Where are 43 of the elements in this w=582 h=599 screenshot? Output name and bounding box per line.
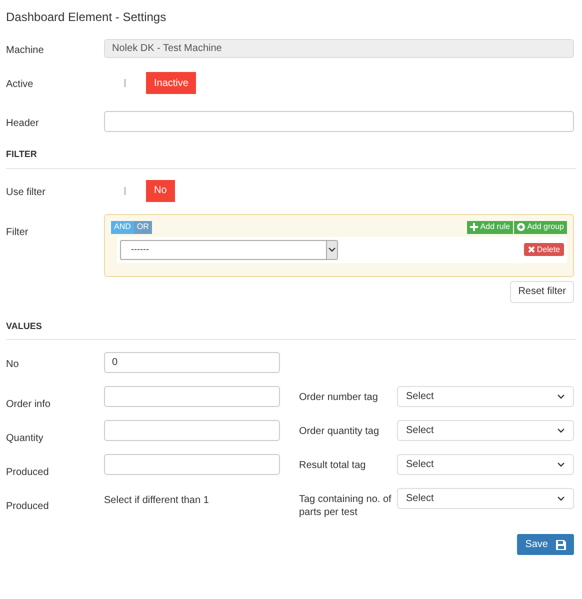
chevron-down-icon: [328, 247, 336, 252]
tag-select[interactable]: Select: [397, 420, 574, 441]
hint-text: Select if different than 1: [104, 494, 210, 508]
tag-select[interactable]: Select: [397, 488, 574, 509]
chevron-down-icon: [557, 462, 565, 467]
field-label: Filter: [6, 226, 28, 238]
field-label: Header: [6, 118, 39, 128]
field-label: Tag containing no. of parts per test: [299, 493, 392, 519]
field-label: Order number tag: [299, 391, 379, 404]
field-label: Produced: [6, 501, 49, 512]
chevron-down-icon: [557, 496, 565, 501]
field-label: Machine: [6, 44, 44, 56]
field-label: Produced: [6, 467, 49, 478]
field-label: Active: [6, 79, 34, 90]
section-heading: VALUES: [6, 320, 576, 340]
text-field[interactable]: [104, 386, 280, 407]
tag-select[interactable]: Select: [397, 454, 574, 475]
save-button[interactable]: Save: [517, 534, 574, 555]
rule-select[interactable]: ------: [120, 240, 338, 260]
number-field[interactable]: 0: [104, 352, 280, 373]
reset-filter-button[interactable]: Reset filter: [510, 280, 574, 302]
plus-icon: [470, 223, 478, 231]
field-label: Result total tag: [299, 459, 367, 472]
page-title: Dashboard Element - Settings: [6, 9, 168, 26]
field-label: Order quantity tag: [299, 425, 380, 438]
field-label: Order info: [6, 399, 50, 410]
field-label: Use filter: [6, 186, 46, 198]
field-label: No: [6, 358, 19, 370]
delete-button[interactable]: Delete: [524, 243, 564, 256]
toggle-button[interactable]: Inactive: [146, 72, 196, 94]
text-field[interactable]: [104, 420, 280, 441]
toggle-handle[interactable]: [124, 186, 126, 194]
chevron-down-icon: [557, 428, 565, 433]
field-label: Quantity: [6, 433, 44, 444]
text-field[interactable]: [104, 454, 280, 475]
plus-circle-icon: [517, 223, 526, 231]
toggle-handle[interactable]: [124, 79, 126, 87]
chevron-down-icon: [557, 394, 565, 399]
close-icon: [528, 246, 535, 253]
toggle-button[interactable]: No: [146, 180, 175, 202]
header-field[interactable]: [104, 111, 574, 132]
tag-select[interactable]: Select: [397, 386, 574, 407]
section-heading: FILTER: [6, 148, 576, 168]
